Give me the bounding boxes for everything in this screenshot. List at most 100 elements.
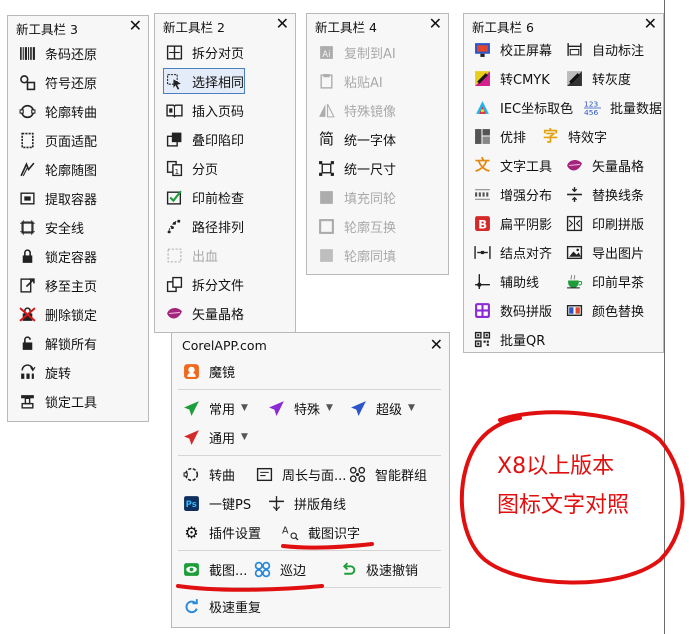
close-icon[interactable]: ✕ <box>430 335 443 355</box>
tool-delete-lock[interactable]: 删除锁定 <box>19 302 97 326</box>
tool-enhanced-distribute[interactable]: 增强分布 <box>474 182 552 206</box>
svg-text:A: A <box>282 525 289 536</box>
tool-label: 粘贴AI <box>344 75 383 91</box>
tool-print-imposition[interactable]: 印刷拼版 <box>566 211 644 235</box>
tool-replace-line[interactable]: 替换线条 <box>566 182 644 206</box>
fill-outline-icon <box>318 189 335 206</box>
monitor-icon <box>474 41 491 58</box>
move-master-icon <box>19 277 36 294</box>
tool-label: 颜色替换 <box>592 304 645 320</box>
tool-label: 路径排列 <box>192 220 245 236</box>
tool-fast-redo[interactable]: 极速重复 <box>183 594 261 618</box>
menu-label: 常用 <box>209 402 236 418</box>
close-icon[interactable]: ✕ <box>276 14 289 34</box>
tool-label: 统一尺寸 <box>344 162 397 178</box>
tool-label: 轮廓互换 <box>344 220 397 236</box>
tool-split-file[interactable]: 拆分文件 <box>166 272 244 296</box>
tool-imposition-cornerline[interactable]: 拼版角线 <box>268 491 346 515</box>
distribute-icon <box>474 186 491 203</box>
tool-optimize-layout[interactable]: 优排 <box>474 124 526 148</box>
tool-screenshot[interactable]: 截图... <box>183 557 247 581</box>
tool-screenshot-ocr[interactable]: A 截图识字 <box>282 520 360 544</box>
tool-overprint-trap[interactable]: 叠印陷印 <box>166 127 244 151</box>
tool-paste-ai[interactable]: 粘贴AI <box>318 69 383 93</box>
tool-paginate[interactable]: 1 分页 <box>166 156 218 180</box>
tool-rotate[interactable]: 旋转 <box>19 360 71 384</box>
tool-plugin-settings[interactable]: ⚙ 插件设置 <box>183 520 261 544</box>
menu-special[interactable]: 特殊 ▼ <box>268 396 333 420</box>
tool-vector-lattice[interactable]: 矢量晶格 <box>166 301 244 325</box>
menu-common[interactable]: 常用 ▼ <box>183 396 248 420</box>
tool-symbol-restore[interactable]: 符号还原 <box>19 70 97 94</box>
tool-path-arrange[interactable]: 路径排列 <box>166 214 244 238</box>
tool-split-facing[interactable]: 拆分对页 <box>166 40 244 64</box>
tool-fill-to-outline[interactable]: 填充同轮 <box>318 185 396 209</box>
tool-label: 矢量晶格 <box>592 159 645 175</box>
vector-lattice-icon <box>166 305 183 322</box>
page-fit-icon <box>19 132 36 149</box>
tool-label: 转曲 <box>209 468 236 484</box>
tool-label: 批量数据 <box>610 101 663 117</box>
menu-general[interactable]: 通用 ▼ <box>183 425 248 449</box>
close-icon[interactable]: ✕ <box>644 14 657 34</box>
tool-special-mirror[interactable]: 特殊镜像 <box>318 98 396 122</box>
separator <box>178 455 441 456</box>
tool-text-tool[interactable]: 文 文字工具 <box>474 153 552 177</box>
tool-label: 移至主页 <box>45 279 98 295</box>
tool-batch-data[interactable]: 123 456 批量数据 <box>584 95 662 119</box>
tool-insert-page-number[interactable]: 插入页码 <box>166 98 244 122</box>
tool-guideline[interactable]: 辅助线 <box>474 269 539 293</box>
tool-extract-container[interactable]: 提取容器 <box>19 186 97 210</box>
tool-move-to-master[interactable]: 移至主页 <box>19 273 97 297</box>
tool-auto-dimension[interactable]: 自动标注 <box>566 37 644 61</box>
barcode-icon <box>19 45 36 62</box>
tool-unlock-all[interactable]: 解锁所有 <box>19 331 97 355</box>
tool-magic-mirror[interactable]: 魔镜 <box>183 359 235 383</box>
tool-calibrate-screen[interactable]: 校正屏幕 <box>474 37 552 61</box>
tool-label: 优排 <box>500 130 527 146</box>
tool-safety-line[interactable]: 安全线 <box>19 215 84 239</box>
tool-to-grayscale[interactable]: 转灰度 <box>566 66 631 90</box>
tool-to-cmyk[interactable]: 转CMYK <box>474 66 550 90</box>
tool-outline-swap[interactable]: 轮廓互换 <box>318 214 396 238</box>
tool-iec-color-picker[interactable]: IEC坐标取色 <box>474 95 573 119</box>
tool-unify-font[interactable]: 简 统一字体 <box>318 127 396 151</box>
tool-trace-edge[interactable]: 巡边 <box>254 557 306 581</box>
tool-digital-imposition[interactable]: 数码拼版 <box>474 298 552 322</box>
tool-flat-shadow[interactable]: B 扁平阴影 <box>474 211 552 235</box>
tool-outline-to-curve[interactable]: 轮廓转曲 <box>19 99 97 123</box>
tool-unify-size[interactable]: 统一尺寸 <box>318 156 396 180</box>
unify-size-icon <box>318 160 335 177</box>
tool-lock-container[interactable]: 锁定容器 <box>19 244 97 268</box>
menu-super[interactable]: 超级 ▼ <box>350 396 415 420</box>
tool-perimeter-area[interactable]: 周长与面... <box>256 462 346 486</box>
tool-outline-to-fill[interactable]: 轮廓同填 <box>318 243 396 267</box>
tool-bleed[interactable]: 出血 <box>166 243 218 267</box>
layout-blocks-icon <box>474 128 491 145</box>
tool-label: 条码还原 <box>45 47 98 63</box>
bleed-icon <box>166 247 183 264</box>
close-icon[interactable]: ✕ <box>429 14 442 34</box>
tool-effect-text[interactable]: 字 特效字 <box>542 124 607 148</box>
tool-export-image[interactable]: 导出图片 <box>566 240 644 264</box>
tool-one-click-ps[interactable]: Ps 一键PS <box>183 491 251 515</box>
tool-page-fit[interactable]: 页面适配 <box>19 128 97 152</box>
tool-batch-qr[interactable]: 批量QR <box>474 327 545 351</box>
tool-fast-undo[interactable]: 极速撤销 <box>340 557 418 581</box>
tool-node-align[interactable]: 结点对齐 <box>474 240 552 264</box>
close-icon[interactable]: ✕ <box>129 16 142 36</box>
tool-select-same[interactable]: 选择相同 <box>163 68 245 94</box>
photoshop-icon: Ps <box>183 495 200 512</box>
tool-outline-follow[interactable]: 轮廓随图 <box>19 157 97 181</box>
tool-convert-curve[interactable]: 转曲 <box>183 462 235 486</box>
tool-lock-tool[interactable]: 锁定工具 <box>19 389 97 413</box>
tool-preflight[interactable]: 印前检查 <box>166 185 244 209</box>
tool-copy-to-ai[interactable]: Ai 复制到AI <box>318 40 396 64</box>
tool-color-replace[interactable]: 颜色替换 <box>566 298 644 322</box>
tool-barcode-restore[interactable]: 条码还原 <box>19 41 97 65</box>
toolbar-panel-2: 新工具栏 2 ✕ 拆分对页 选择相同 插入页码 叠印陷印 1 分页 印前检查 路… <box>154 13 296 333</box>
tool-smart-group[interactable]: 智能群组 <box>349 462 427 486</box>
tool-vector-lattice-6[interactable]: 矢量晶格 <box>566 153 644 177</box>
tool-label: 辅助线 <box>500 275 540 291</box>
tool-prepress-tea[interactable]: 印前早茶 <box>566 269 644 293</box>
